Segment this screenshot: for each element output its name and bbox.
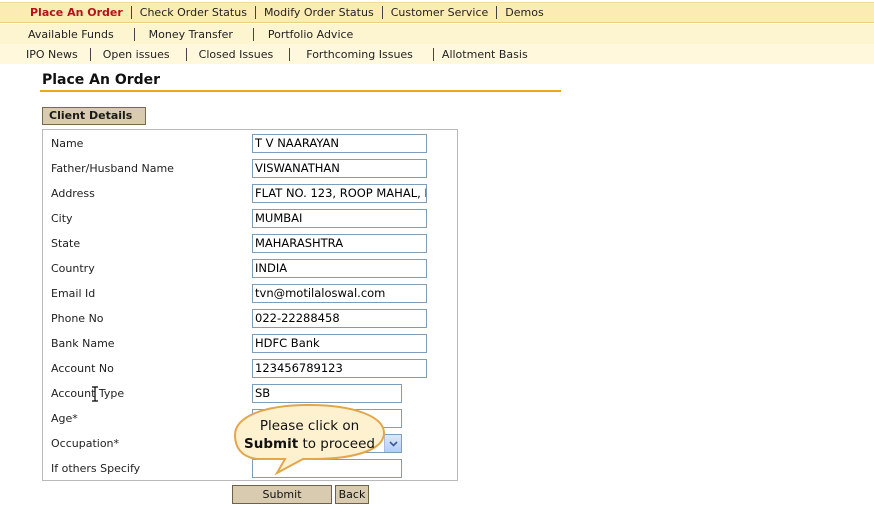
bank-label: Bank Name (51, 337, 115, 350)
main-nav: Place An Order Check Order Status Modify… (0, 2, 874, 23)
email-label: Email Id (51, 287, 96, 300)
client-details-tab: Client Details (42, 107, 146, 125)
city-label: City (51, 212, 73, 225)
account-no-label: Account No (51, 362, 114, 375)
callout-line2: to proceed (298, 436, 375, 452)
form-row-phone: Phone No 022-22288458 (51, 309, 451, 329)
phone-field[interactable]: 022-22288458 (252, 309, 427, 328)
nav-money-transfer[interactable]: Money Transfer (135, 27, 254, 41)
ipo-nav: IPO News Open issues Closed Issues Forth… (0, 44, 874, 64)
nav-modify-order-status[interactable]: Modify Order Status (256, 6, 383, 19)
age-label: Age* (51, 412, 78, 425)
nav-allotment-basis[interactable]: Allotment Basis (434, 48, 536, 61)
account-no-field[interactable]: 123456789123 (252, 359, 427, 378)
address-field[interactable]: FLAT NO. 123, ROOP MAHAL, B (252, 184, 427, 203)
nav-place-an-order[interactable]: Place An Order (22, 6, 132, 19)
form-row-account-no: Account No 123456789123 (51, 359, 451, 379)
father-field[interactable]: VISWANATHAN (252, 159, 427, 178)
country-field[interactable]: INDIA (252, 259, 427, 278)
others-label: If others Specify (51, 462, 141, 475)
name-label: Name (51, 137, 84, 150)
back-button[interactable]: Back (335, 485, 369, 504)
nav-check-order-status[interactable]: Check Order Status (132, 6, 256, 19)
email-field[interactable]: tvn@motilaloswal.com (252, 284, 427, 303)
address-label: Address (51, 187, 95, 200)
form-row-state: State MAHARASHTRA (51, 234, 451, 254)
form-row-city: City MUMBAI (51, 209, 451, 229)
form-row-country: Country INDIA (51, 259, 451, 279)
account-type-label: Account Type (51, 387, 125, 400)
city-field[interactable]: MUMBAI (252, 209, 427, 228)
account-type-field[interactable]: SB (252, 384, 402, 403)
nav-demos[interactable]: Demos (497, 6, 551, 19)
ipo-nav-row: IPO News Open issues Closed Issues Forth… (18, 44, 536, 64)
nav-portfolio-advice[interactable]: Portfolio Advice (254, 28, 361, 41)
page-title: Place An Order (42, 72, 161, 88)
nav-closed-issues[interactable]: Closed Issues (187, 47, 291, 61)
submit-hint-callout: Please click on Submit to proceed (233, 403, 386, 475)
form-row-address: Address FLAT NO. 123, ROOP MAHAL, B (51, 184, 451, 204)
country-label: Country (51, 262, 95, 275)
submit-button[interactable]: Submit (232, 485, 332, 504)
sub-nav-row: Available Funds Money Transfer Portfolio… (20, 24, 361, 44)
form-row-email: Email Id tvn@motilaloswal.com (51, 284, 451, 304)
title-divider (40, 90, 561, 92)
text-cursor-icon (91, 386, 99, 402)
occupation-label: Occupation* (51, 437, 120, 450)
callout-text: Please click on Submit to proceed (233, 417, 386, 453)
nav-forthcoming-issues[interactable]: Forthcoming Issues (290, 47, 434, 61)
callout-line1: Please click on (259, 418, 360, 434)
sub-nav: Available Funds Money Transfer Portfolio… (0, 24, 874, 44)
chevron-down-icon[interactable] (384, 435, 401, 452)
form-row-bank: Bank Name HDFC Bank (51, 334, 451, 354)
name-field[interactable]: T V NAARAYAN (252, 134, 427, 153)
nav-available-funds[interactable]: Available Funds (20, 27, 135, 41)
state-label: State (51, 237, 81, 250)
father-label: Father/Husband Name (51, 162, 174, 175)
form-row-father: Father/Husband Name VISWANATHAN (51, 159, 451, 179)
nav-ipo-news[interactable]: IPO News (18, 47, 91, 61)
bank-field[interactable]: HDFC Bank (252, 334, 427, 353)
main-nav-row: Place An Order Check Order Status Modify… (22, 3, 552, 22)
form-row-name: Name T V NAARAYAN (51, 134, 451, 154)
state-field[interactable]: MAHARASHTRA (252, 234, 427, 253)
nav-open-issues[interactable]: Open issues (91, 47, 187, 61)
nav-customer-service[interactable]: Customer Service (383, 6, 498, 19)
form-row-account-type: Account Type SB (51, 384, 451, 404)
callout-bold: Submit (244, 436, 299, 452)
phone-label: Phone No (51, 312, 104, 325)
